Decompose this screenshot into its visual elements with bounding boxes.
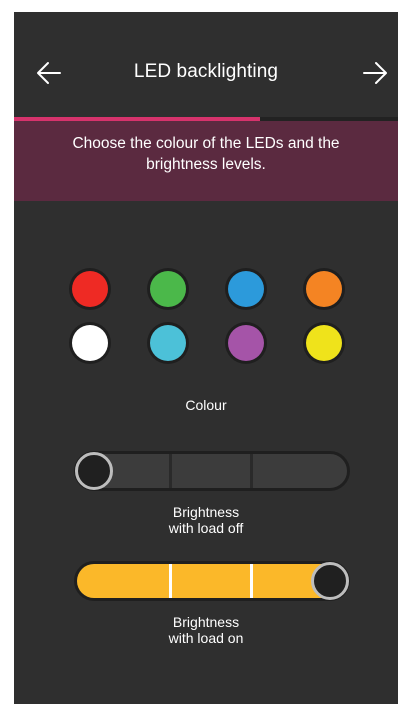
swatch-cyan[interactable] bbox=[150, 325, 186, 361]
brightness-off-knob[interactable] bbox=[75, 452, 113, 490]
swatch-purple[interactable] bbox=[228, 325, 264, 361]
page-title: LED backlighting bbox=[133, 61, 279, 82]
slider-divider bbox=[250, 564, 253, 598]
back-button[interactable] bbox=[32, 56, 66, 90]
brightness-off-slider[interactable] bbox=[74, 451, 350, 491]
swatch-white[interactable] bbox=[72, 325, 108, 361]
arrow-right-icon bbox=[363, 62, 387, 84]
brightness-on-slider[interactable] bbox=[74, 561, 350, 601]
screen: LED backlighting Choose the colour of th… bbox=[14, 12, 398, 704]
brightness-off-label-line1: Brightness bbox=[172, 504, 240, 520]
instruction-banner: Choose the colour of the LEDs and the br… bbox=[14, 121, 398, 201]
header: LED backlighting bbox=[14, 12, 398, 118]
colour-label: Colour bbox=[185, 397, 227, 413]
brightness-on-label: Brightness with load on bbox=[14, 614, 398, 646]
brightness-on-label-line2: with load on bbox=[168, 630, 244, 646]
brightness-off-label: Brightness with load off bbox=[14, 504, 398, 536]
next-button[interactable] bbox=[358, 56, 392, 90]
slider-divider bbox=[250, 454, 253, 488]
brightness-on-knob[interactable] bbox=[311, 562, 349, 600]
arrow-left-icon bbox=[37, 62, 61, 84]
swatch-red[interactable] bbox=[72, 271, 108, 307]
brightness-on-label-line1: Brightness bbox=[172, 614, 240, 630]
swatch-yellow[interactable] bbox=[306, 325, 342, 361]
slider-divider bbox=[169, 564, 172, 598]
brightness-off-label-line2: with load off bbox=[168, 520, 244, 536]
slider-divider bbox=[169, 454, 172, 488]
swatch-orange[interactable] bbox=[306, 271, 342, 307]
swatch-green[interactable] bbox=[150, 271, 186, 307]
brightness-on-fill bbox=[77, 564, 347, 598]
swatch-blue[interactable] bbox=[228, 271, 264, 307]
